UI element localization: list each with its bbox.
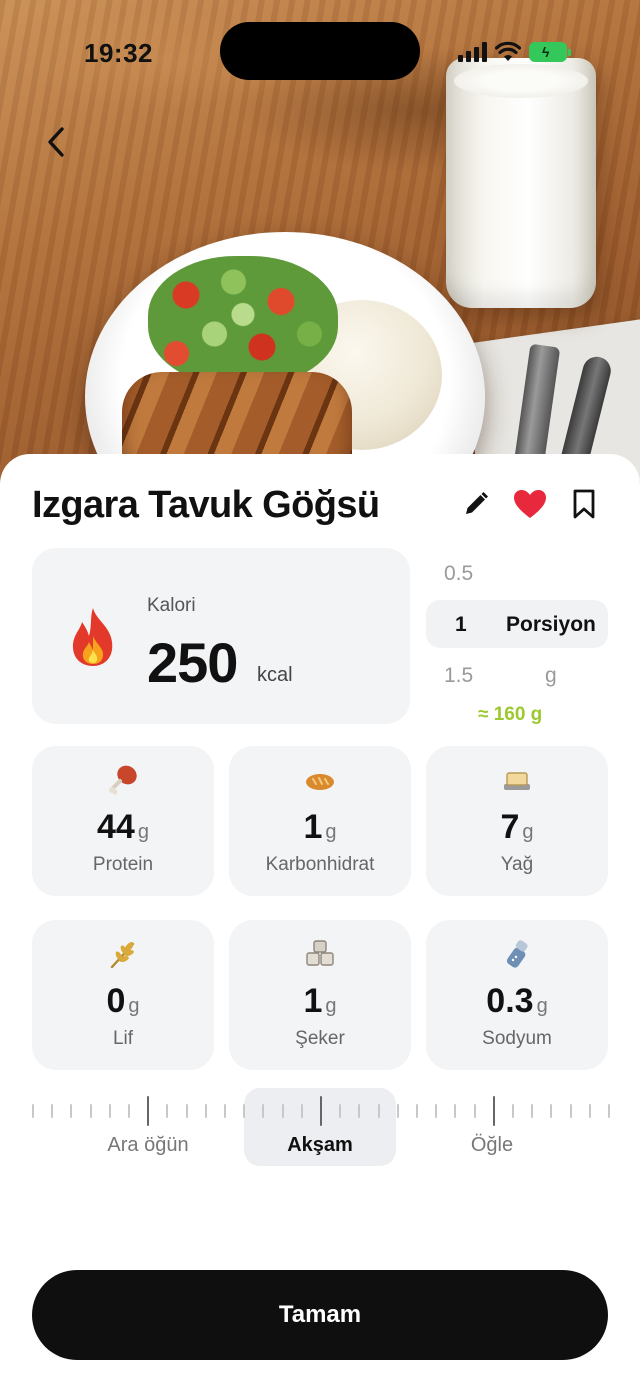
drumstick-icon [109, 765, 137, 795]
ruler-tick [108, 1104, 111, 1118]
status-icons: ϟ [458, 40, 571, 64]
ruler-tick [320, 1096, 322, 1126]
ruler-tick [281, 1104, 284, 1118]
portion-unit[interactable]: Porsiyon [506, 613, 596, 637]
pencil-icon [466, 492, 488, 514]
calorie-label: Kalori [147, 595, 196, 616]
wifi-icon [495, 41, 521, 61]
nutrient-card-carbs: 1g Karbonhidrat [229, 746, 411, 896]
sodium-label: Sodyum [482, 1028, 552, 1049]
chevron-left-icon [48, 127, 64, 157]
ruler-tick [473, 1104, 476, 1118]
ruler-tick [435, 1104, 438, 1118]
ruler-tick [147, 1096, 150, 1126]
ruler-tick [300, 1104, 303, 1118]
portion-option[interactable]: 1.5 [444, 664, 473, 688]
fat-value: 7 [500, 808, 520, 846]
nutrient-card-protein: 44 g Protein [32, 746, 214, 896]
salad [148, 256, 338, 386]
sugar-value: 1 [303, 982, 323, 1020]
bookmark-button[interactable] [564, 484, 604, 524]
carbs-label: Karbonhidrat [265, 854, 375, 875]
ruler-tick [358, 1104, 361, 1118]
bread-icon [306, 774, 334, 790]
ruler-tick [396, 1104, 399, 1118]
sodium-value: 0.3 [486, 982, 534, 1020]
calorie-value: 250 [147, 631, 238, 694]
carbs-unit: g [325, 821, 337, 843]
sugar-label: Şeker [295, 1028, 345, 1049]
sugar-unit: g [325, 995, 337, 1017]
portion-amount[interactable]: 1 [455, 613, 467, 637]
calorie-unit: kcal [257, 664, 293, 686]
ruler-tick [224, 1104, 226, 1118]
salt-shaker-icon [506, 940, 528, 968]
fat-label: Yağ [500, 854, 534, 875]
ruler-tick [492, 1096, 495, 1126]
heart-icon [514, 490, 546, 518]
carbs-value: 1 [303, 808, 323, 846]
portion-unit-option[interactable]: g [545, 664, 557, 688]
food-title: Izgara Tavuk Göğsü [32, 484, 380, 526]
portion-option[interactable]: 0.5 [444, 562, 473, 586]
bookmark-icon [573, 489, 595, 519]
ruler-tick [204, 1104, 207, 1118]
ruler-tick [262, 1104, 265, 1118]
ruler-tick [243, 1104, 246, 1118]
fat-unit: g [522, 821, 534, 843]
ruler-tick [512, 1104, 514, 1118]
favorite-button[interactable] [510, 484, 550, 524]
meal-option-dinner[interactable]: Akşam [245, 1134, 395, 1157]
fire-icon [72, 608, 113, 666]
ruler-tick [608, 1104, 610, 1118]
nutrient-card-sugar: 1g Şeker [229, 920, 411, 1070]
ruler-tick [89, 1104, 92, 1118]
nutrient-card-fat: 7g Yağ [426, 746, 608, 896]
edit-button[interactable] [456, 484, 496, 524]
protein-label: Protein [92, 854, 154, 875]
sugar-cubes-icon [306, 940, 334, 966]
dynamic-island [220, 22, 420, 80]
ruler-tick [377, 1104, 380, 1118]
butter-icon [504, 772, 530, 790]
portion-equivalent: ≈ 160 g [478, 704, 543, 725]
ruler-tick [70, 1104, 73, 1118]
ruler-tick [569, 1104, 572, 1118]
ruler-tick [588, 1104, 591, 1118]
sodium-unit: g [536, 995, 548, 1017]
protein-value: 44 [97, 808, 135, 846]
status-time: 19:32 [84, 38, 153, 68]
meal-option-lunch[interactable]: Öğle [417, 1134, 567, 1157]
ruler-tick [185, 1104, 188, 1118]
battery-icon: ϟ [529, 42, 571, 62]
fiber-label: Lif [112, 1028, 134, 1049]
protein-unit: g [137, 821, 149, 843]
nutrient-card-fiber: 0g Lif [32, 920, 214, 1070]
ruler-tick [339, 1104, 342, 1118]
meal-ruler[interactable] [26, 1096, 614, 1126]
ruler-tick [128, 1104, 130, 1118]
ruler-tick [32, 1104, 34, 1118]
ruler-tick [416, 1104, 418, 1118]
ayran-glass [446, 58, 596, 308]
back-button[interactable] [34, 120, 78, 164]
ruler-tick [51, 1104, 54, 1118]
fiber-unit: g [128, 995, 140, 1017]
nutrient-card-sodium: 0.3 g Sodyum [426, 920, 608, 1070]
meal-option-snack[interactable]: Ara öğün [73, 1134, 223, 1157]
ruler-tick [550, 1104, 553, 1118]
signal-icon [458, 42, 487, 62]
ruler-tick [454, 1104, 457, 1118]
ruler-tick [166, 1104, 169, 1118]
wheat-icon [110, 942, 135, 969]
fiber-value: 0 [106, 982, 126, 1020]
ruler-tick [531, 1104, 534, 1118]
done-button[interactable]: Tamam [32, 1270, 608, 1360]
